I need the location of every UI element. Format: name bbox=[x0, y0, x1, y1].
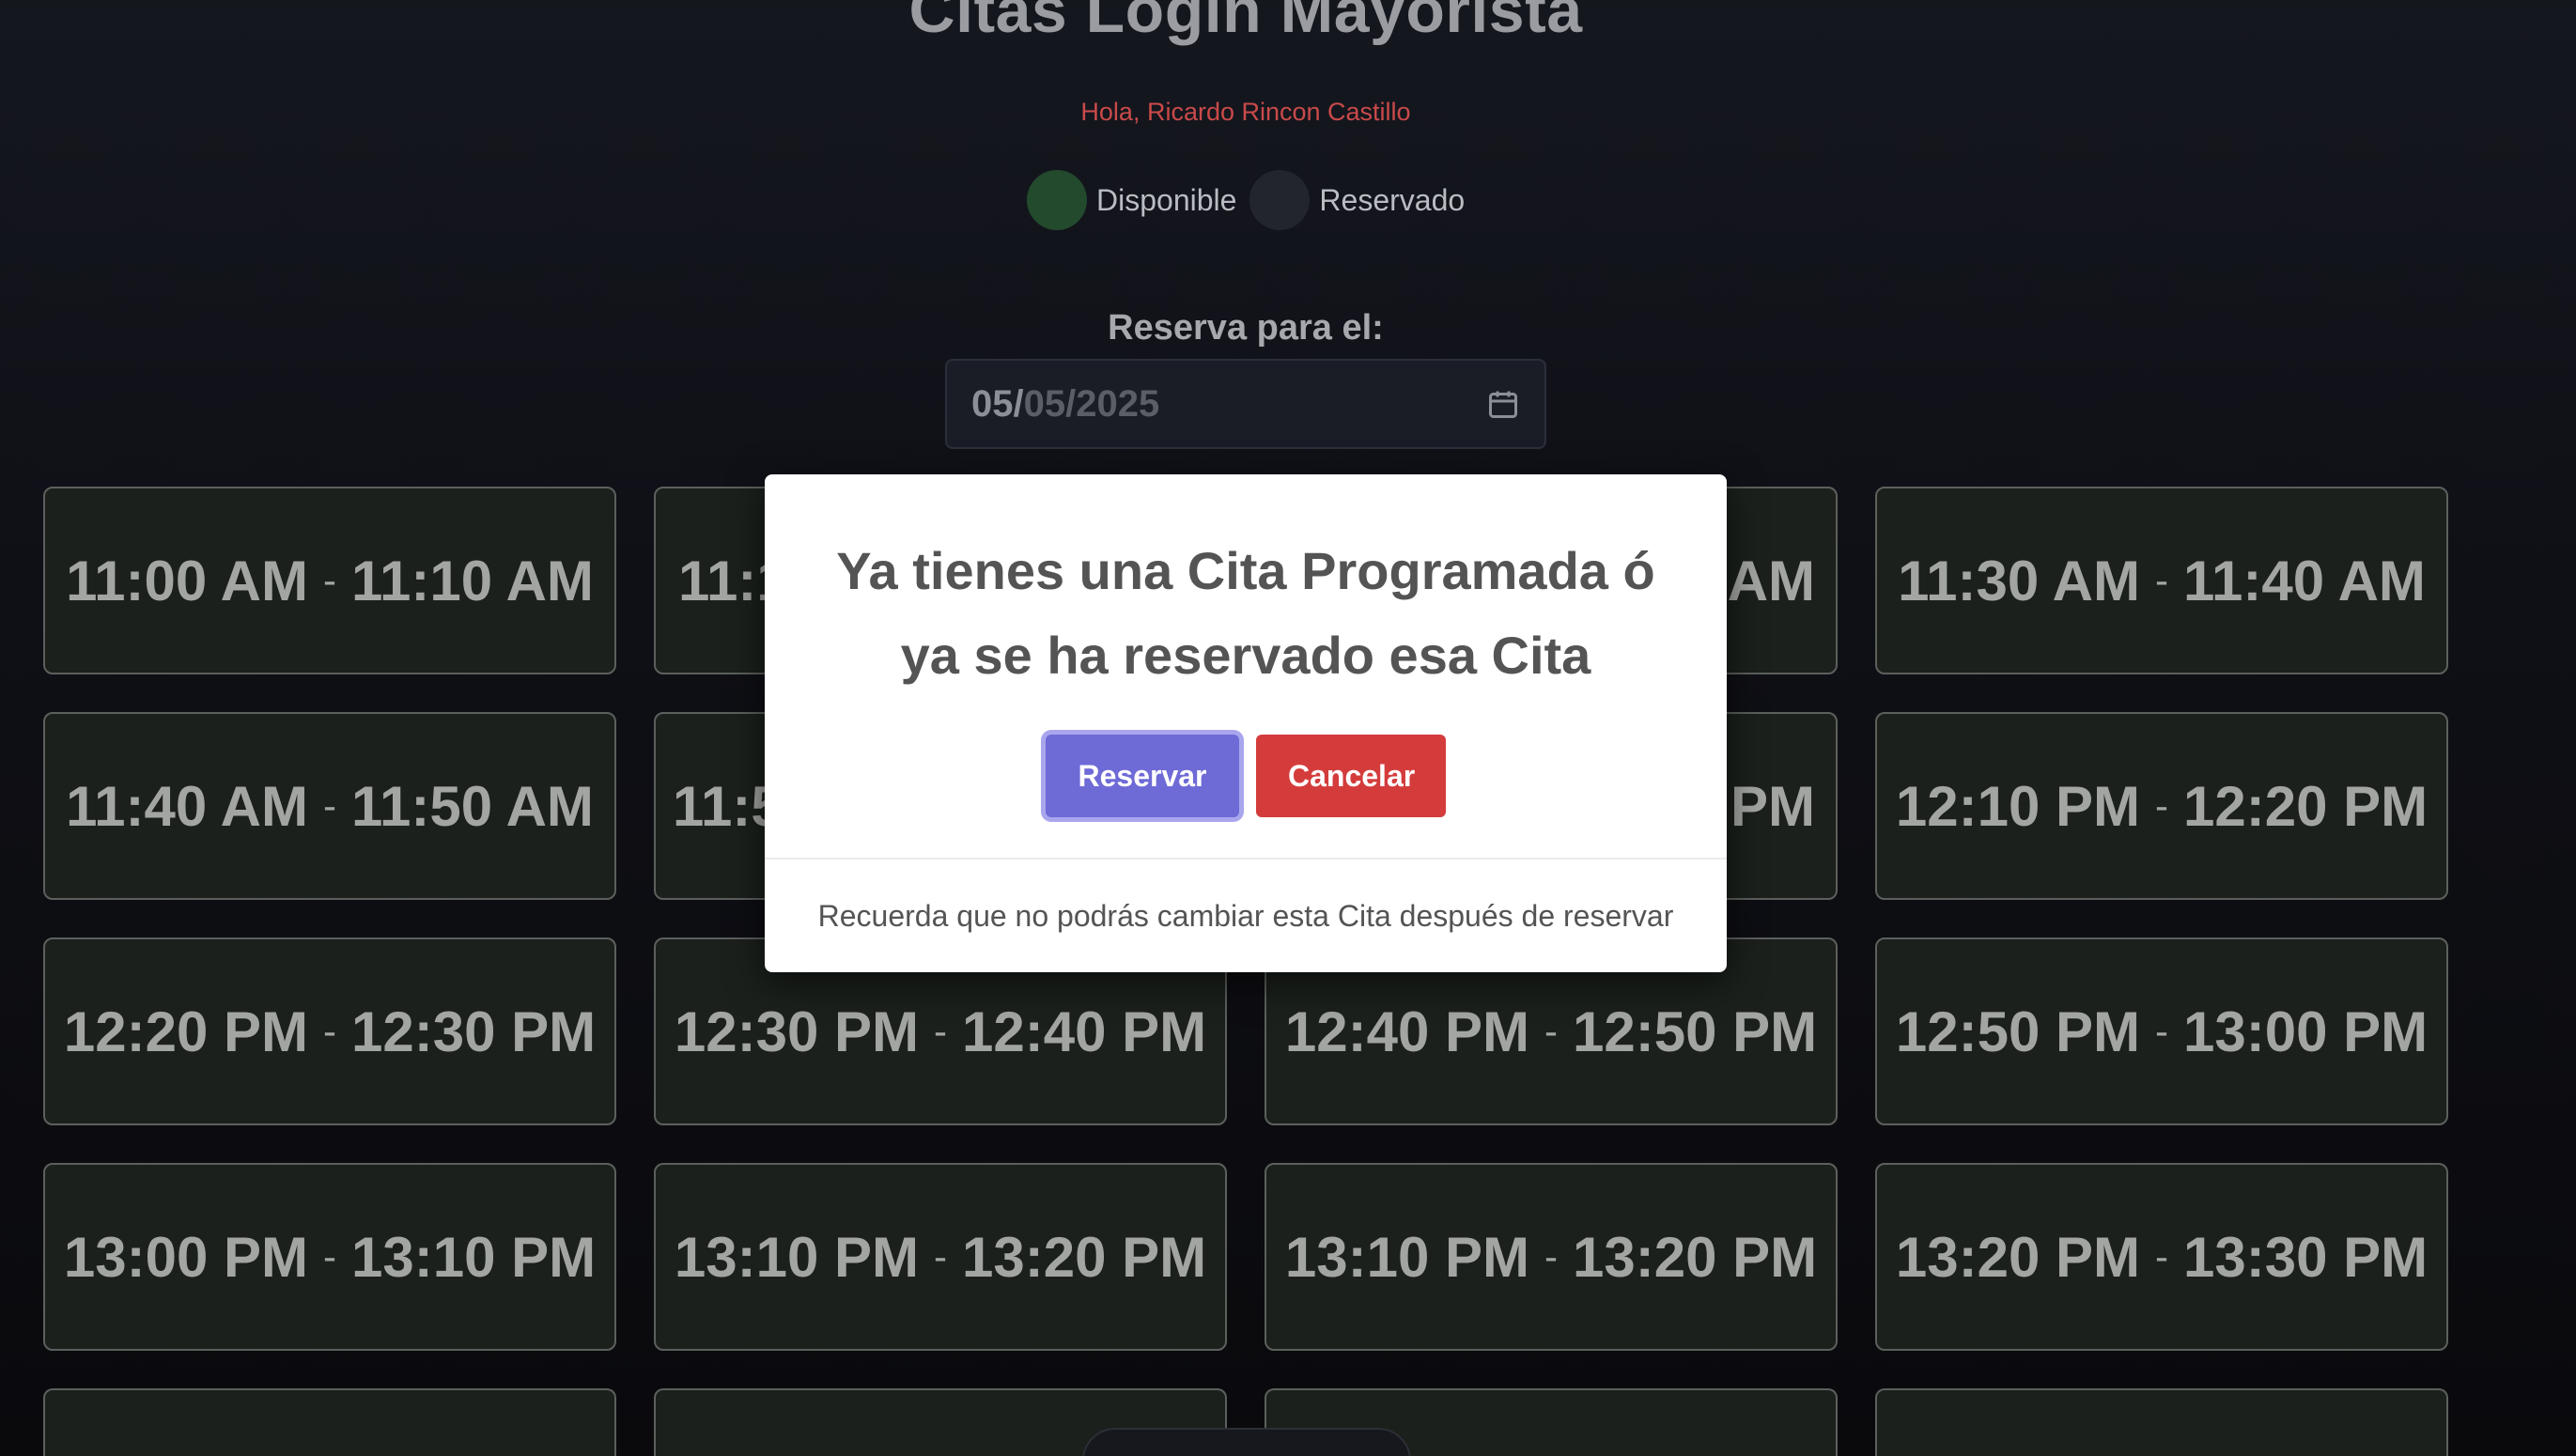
time-slot[interactable]: 13:00 PM -13:10 PM bbox=[43, 1163, 616, 1351]
legend-reserved-label: Reservado bbox=[1319, 182, 1466, 217]
reserved-dot bbox=[1249, 170, 1311, 230]
time-slot[interactable]: 13:20 PM -13:30 PM bbox=[1875, 1163, 2448, 1351]
floating-toolbar[interactable] bbox=[1082, 1428, 1411, 1456]
appointments-page: Citas Login Mayorista Hola, Ricardo Rinc… bbox=[0, 0, 2576, 1456]
time-slot[interactable]: 12:10 PM -12:20 PM bbox=[1875, 712, 2448, 900]
time-slot[interactable]: 13:10 PM -13:20 PM bbox=[654, 1163, 1227, 1351]
time-slot[interactable]: 13:10 PM -13:20 PM bbox=[1265, 1163, 1838, 1351]
time-slot[interactable]: 11:00 AM -11:10 AM bbox=[43, 487, 616, 674]
user-greeting: Hola, Ricardo Rincon Castillo bbox=[1080, 98, 1411, 126]
time-slot[interactable]: 11:30 AM -11:40 AM bbox=[1875, 487, 2448, 674]
reserve-button[interactable]: Reservar bbox=[1046, 735, 1239, 817]
status-legend: Disponible Reservado bbox=[1027, 170, 1465, 230]
page-title: Citas Login Mayorista bbox=[908, 0, 1583, 46]
date-label: Reserva para el: bbox=[1108, 308, 1384, 348]
calendar-icon[interactable] bbox=[1486, 387, 1520, 421]
legend-available-label: Disponible bbox=[1096, 182, 1237, 217]
cancel-button[interactable]: Cancelar bbox=[1256, 735, 1446, 817]
time-slot[interactable] bbox=[43, 1388, 616, 1456]
time-slot[interactable]: 12:20 PM -12:30 PM bbox=[43, 937, 616, 1125]
dialog-title: Ya tienes una Cita Programada ó ya se ha… bbox=[836, 541, 1655, 685]
time-slot[interactable]: 12:50 PM -13:00 PM bbox=[1875, 937, 2448, 1125]
time-slot[interactable] bbox=[1875, 1388, 2448, 1456]
time-slot[interactable]: 11:40 AM -11:50 AM bbox=[43, 712, 616, 900]
dialog-footer: Recuerda que no podrás cambiar esta Cita… bbox=[765, 858, 1727, 972]
dialog-actions: Reservar Cancelar bbox=[765, 735, 1727, 817]
alert-dialog: Ya tienes una Cita Programada ó ya se ha… bbox=[765, 474, 1727, 972]
legend-available: Disponible bbox=[1027, 170, 1236, 230]
available-dot bbox=[1027, 170, 1087, 230]
date-value: 05/05/2025 bbox=[971, 382, 1160, 425]
legend-reserved: Reservado bbox=[1249, 170, 1465, 230]
date-input[interactable]: 05/05/2025 bbox=[945, 359, 1546, 449]
